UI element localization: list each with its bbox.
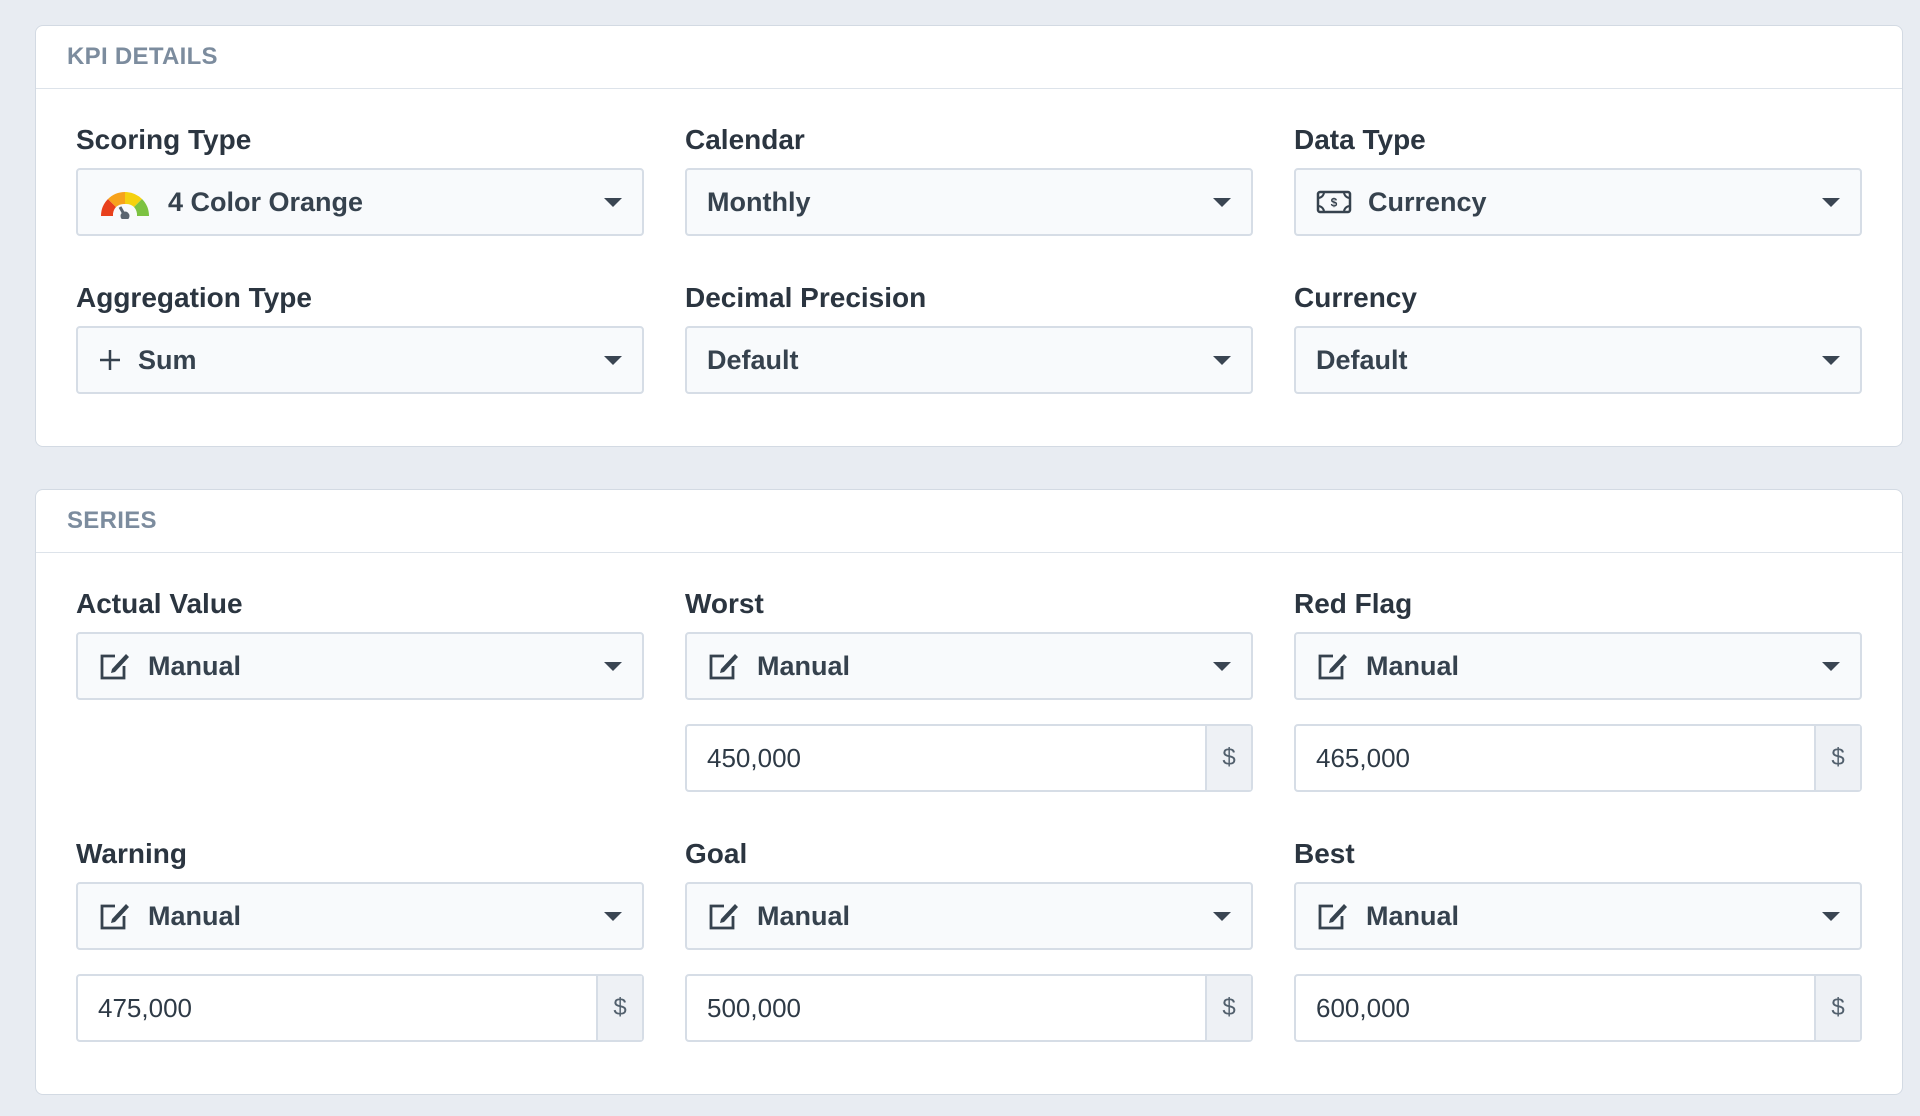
warning-label: Warning [76,838,187,869]
data-type-select[interactable]: $ Currency [1294,168,1862,236]
calendar-label: Calendar [685,124,805,155]
edit-icon [98,650,132,682]
currency-select[interactable]: Default [1294,326,1862,394]
worst-select[interactable]: Manual [685,632,1253,700]
scoring-type-label: Scoring Type [76,124,252,155]
goal-source: Manual [757,900,851,931]
currency-addon: $ [1205,726,1251,790]
best-source: Manual [1366,900,1460,931]
kpi-details-header: KPI DETAILS [36,26,1902,89]
actual-value-label: Actual Value [76,588,243,619]
gauge-icon [98,185,152,219]
worst-amount: 450,000 [707,742,801,773]
plus-icon [98,348,122,372]
data-type-label: Data Type [1294,124,1426,155]
currency-addon: $ [596,976,642,1040]
chevron-down-icon [1822,356,1840,365]
currency-addon: $ [1814,976,1860,1040]
edit-icon [707,650,741,682]
chevron-down-icon [604,356,622,365]
chevron-down-icon [1213,912,1231,921]
data-type-value: Currency [1368,186,1487,217]
series-panel: SERIES Actual Value Manual Worst Manual … [35,489,1903,1095]
series-header: SERIES [36,490,1902,553]
series-title: SERIES [67,507,157,534]
svg-text:$: $ [1331,196,1338,210]
red-flag-select[interactable]: Manual [1294,632,1862,700]
chevron-down-icon [604,912,622,921]
scoring-type-select[interactable]: 4 Color Orange [76,168,644,236]
goal-label: Goal [685,838,748,869]
aggregation-type-select[interactable]: Sum [76,326,644,394]
goal-amount: 500,000 [707,992,801,1023]
chevron-down-icon [604,198,622,207]
chevron-down-icon [1822,912,1840,921]
calendar-value: Monthly [707,186,811,217]
actual-value-select[interactable]: Manual [76,632,644,700]
decimal-precision-value: Default [707,344,799,375]
kpi-details-panel: KPI DETAILS Scoring Type 4 Color Orange … [35,25,1903,447]
best-amount: 600,000 [1316,992,1410,1023]
scoring-type-value: 4 Color Orange [168,186,364,217]
edit-icon [1316,900,1350,932]
chevron-down-icon [1213,662,1231,671]
warning-amount: 475,000 [98,992,192,1023]
best-label: Best [1294,838,1355,869]
red-flag-label: Red Flag [1294,588,1413,619]
red-flag-source: Manual [1366,650,1460,681]
currency-addon: $ [1205,976,1251,1040]
chevron-down-icon [604,662,622,671]
red-flag-amount-input[interactable]: 465,000 $ [1294,724,1862,792]
currency-value: Default [1316,344,1408,375]
warning-source: Manual [148,900,242,931]
edit-icon [98,900,132,932]
currency-addon: $ [1814,726,1860,790]
chevron-down-icon [1822,198,1840,207]
chevron-down-icon [1213,198,1231,207]
money-icon: $ [1316,189,1352,215]
edit-icon [707,900,741,932]
red-flag-amount: 465,000 [1316,742,1410,773]
aggregation-type-value: Sum [138,344,197,375]
worst-label: Worst [685,588,764,619]
decimal-precision-select[interactable]: Default [685,326,1253,394]
actual-value-source: Manual [148,650,242,681]
goal-amount-input[interactable]: 500,000 $ [685,974,1253,1042]
aggregation-type-label: Aggregation Type [76,282,312,313]
decimal-precision-label: Decimal Precision [685,282,927,313]
best-amount-input[interactable]: 600,000 $ [1294,974,1862,1042]
worst-source: Manual [757,650,851,681]
warning-select[interactable]: Manual [76,882,644,950]
currency-label: Currency [1294,282,1417,313]
best-select[interactable]: Manual [1294,882,1862,950]
edit-icon [1316,650,1350,682]
worst-amount-input[interactable]: 450,000 $ [685,724,1253,792]
chevron-down-icon [1822,662,1840,671]
goal-select[interactable]: Manual [685,882,1253,950]
warning-amount-input[interactable]: 475,000 $ [76,974,644,1042]
chevron-down-icon [1213,356,1231,365]
calendar-select[interactable]: Monthly [685,168,1253,236]
kpi-details-title: KPI DETAILS [67,43,218,70]
